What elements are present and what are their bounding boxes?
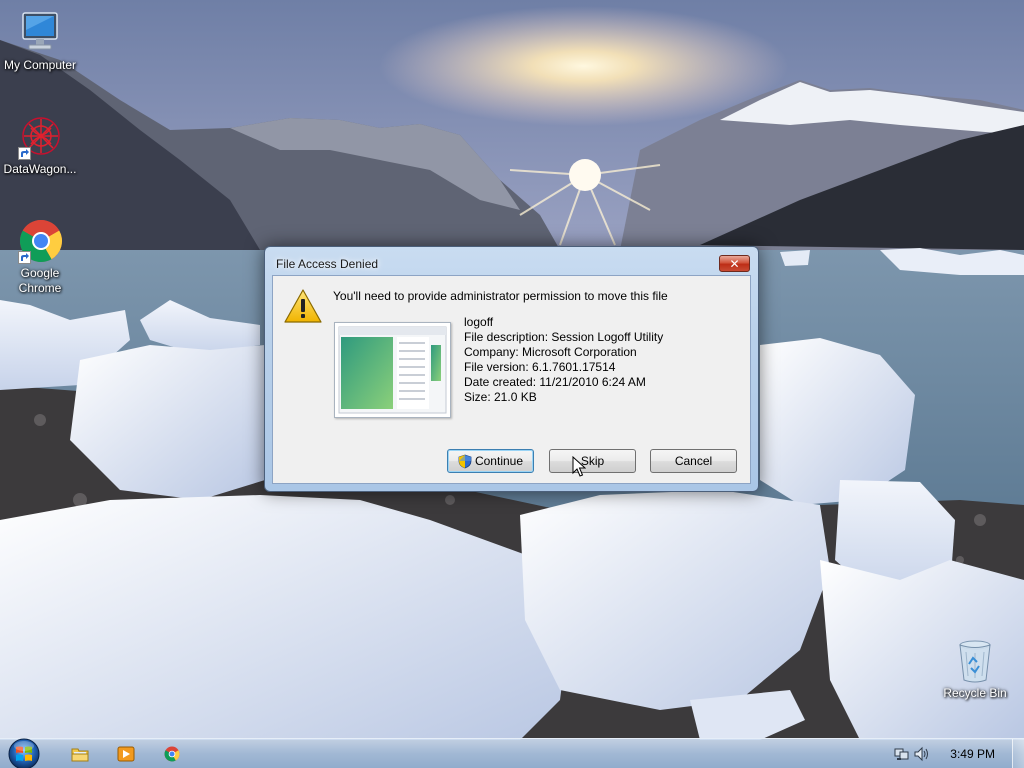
taskbar-file-explorer-button[interactable] — [60, 742, 100, 766]
dialog-body: You'll need to provide administrator per… — [272, 275, 751, 484]
mouse-pointer-icon — [572, 456, 586, 477]
file-explorer-icon — [71, 748, 89, 762]
close-button[interactable]: ✕ — [719, 255, 750, 272]
desktop-icon-label: Google Chrome — [18, 266, 62, 295]
dialog-message: You'll need to provide administrator per… — [333, 289, 668, 303]
show-desktop-button[interactable] — [1012, 739, 1024, 768]
file-thumbnail — [334, 322, 451, 418]
file-company: Company: Microsoft Corporation — [464, 345, 637, 359]
datawagon-icon — [16, 114, 64, 160]
continue-button-label: Continue — [474, 454, 524, 468]
cancel-button[interactable]: Cancel — [650, 449, 737, 473]
taskbar-chrome-button[interactable] — [152, 742, 192, 766]
desktop-icon-label: Recycle Bin — [943, 686, 1007, 700]
file-description: File description: Session Logoff Utility — [464, 330, 664, 344]
file-access-denied-dialog[interactable]: File Access Denied ✕ You'll need to prov… — [264, 246, 759, 492]
recycle-bin-icon — [951, 638, 999, 684]
file-size: Size: 21.0 KB — [464, 390, 537, 404]
file-name: logoff — [464, 315, 494, 329]
shortcut-arrow-icon — [18, 251, 31, 264]
desktop-icon-recycle-bin[interactable]: Recycle Bin — [935, 638, 1015, 701]
computer-icon — [16, 10, 64, 56]
desktop-icon-my-computer[interactable]: My Computer — [0, 10, 80, 73]
chrome-icon — [16, 218, 64, 264]
continue-button[interactable]: Continue — [447, 449, 534, 473]
start-button[interactable] — [6, 737, 42, 768]
dialog-title: File Access Denied — [276, 257, 379, 271]
file-details: logoff File description: Session Logoff … — [464, 315, 663, 405]
desktop-icon-datawagon[interactable]: DataWagon... — [0, 114, 80, 177]
warning-icon — [284, 289, 322, 323]
desktop-icon-label: DataWagon... — [3, 162, 77, 176]
taskbar-media-player-button[interactable] — [106, 742, 146, 766]
file-date-created: Date created: 11/21/2010 6:24 AM — [464, 375, 646, 389]
chrome-icon — [164, 746, 180, 762]
desktop-icon-google-chrome[interactable]: Google Chrome — [0, 218, 80, 296]
close-icon: ✕ — [729, 256, 740, 271]
taskbar-clock[interactable]: 3:49 PM — [950, 747, 995, 761]
network-icon[interactable] — [894, 746, 910, 762]
file-version: File version: 6.1.7601.17514 — [464, 360, 616, 374]
media-player-icon — [117, 746, 135, 762]
desktop-icon-label: My Computer — [3, 58, 77, 72]
skip-button[interactable]: Skip — [549, 449, 636, 473]
uac-shield-icon — [458, 454, 472, 468]
cancel-button-label: Cancel — [674, 454, 713, 468]
volume-icon[interactable] — [914, 746, 930, 762]
shortcut-arrow-icon — [18, 147, 31, 160]
taskbar: 3:49 PM — [0, 738, 1024, 768]
